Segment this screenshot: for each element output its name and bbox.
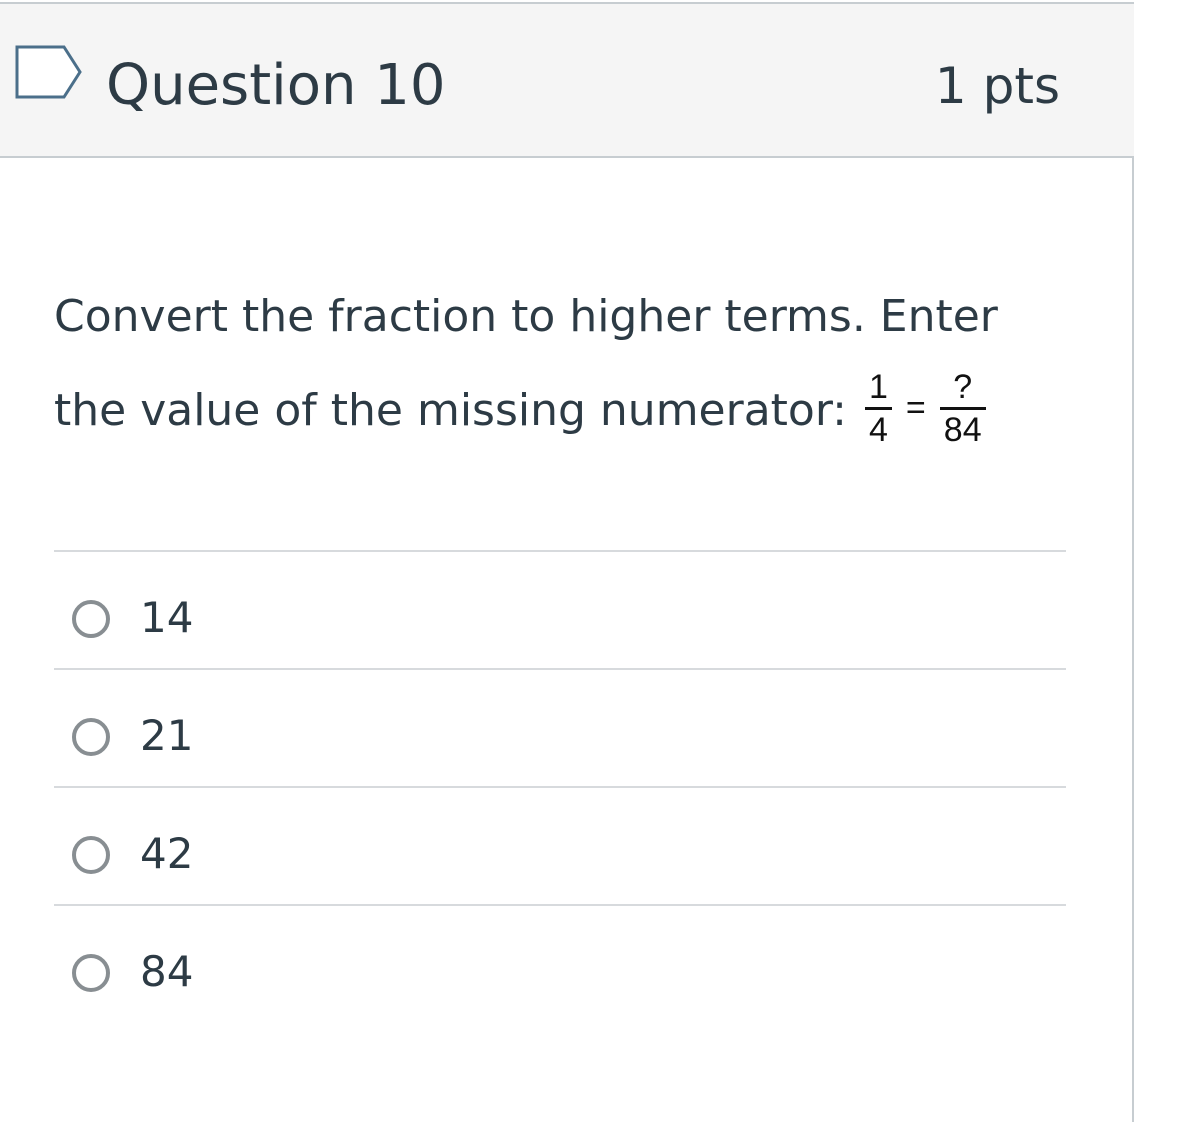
- answer-option-3[interactable]: 42: [54, 786, 1066, 904]
- radio-icon[interactable]: [72, 718, 110, 756]
- question-card: Question 10 1 pts Convert the fraction t…: [0, 2, 1134, 1122]
- left-denominator: 4: [865, 406, 892, 450]
- question-text-line-1: Convert the fraction to higher terms. En…: [54, 291, 998, 342]
- question-text: Convert the fraction to higher terms. En…: [54, 270, 1084, 458]
- right-fraction: ? 84: [939, 367, 986, 450]
- answer-label[interactable]: 14: [140, 592, 193, 644]
- question-header: Question 10 1 pts: [0, 4, 1134, 158]
- question-points: 1 pts: [934, 57, 1060, 115]
- flag-question-icon[interactable]: [14, 44, 84, 100]
- answer-label[interactable]: 42: [140, 828, 193, 880]
- fraction-equation: 1 4 =? 84: [865, 359, 986, 455]
- right-denominator: 84: [939, 406, 986, 450]
- answer-label[interactable]: 84: [140, 946, 193, 998]
- right-numerator: ?: [953, 367, 973, 406]
- question-text-line-2: the value of the missing numerator: 1 4 =? 8…: [54, 364, 1084, 458]
- left-numerator: 1: [869, 367, 888, 406]
- radio-icon[interactable]: [72, 600, 110, 638]
- radio-icon[interactable]: [72, 954, 110, 992]
- equals-sign: =: [905, 389, 926, 428]
- answer-option-2[interactable]: 21: [54, 668, 1066, 786]
- left-fraction: 14: [865, 367, 892, 450]
- question-title: Question 10: [106, 53, 446, 118]
- radio-icon[interactable]: [72, 836, 110, 874]
- answer-list: 14 21 42 84: [54, 550, 1066, 1022]
- answer-label[interactable]: 21: [140, 710, 193, 762]
- answer-option-1[interactable]: 14: [54, 550, 1066, 668]
- answer-option-4[interactable]: 84: [54, 904, 1066, 1022]
- question-text-line-2-label: the value of the missing numerator:: [54, 385, 847, 436]
